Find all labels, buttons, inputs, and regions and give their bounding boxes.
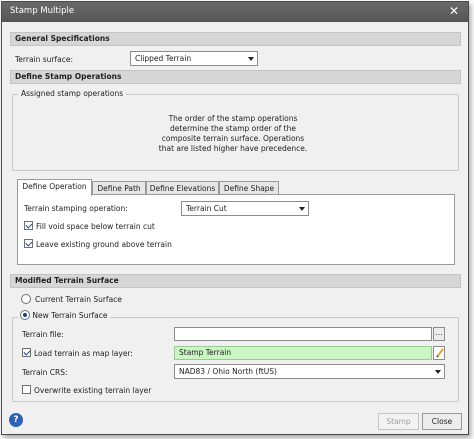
load-map-layer-label: Load terrain as map layer: (34, 349, 133, 358)
modified-terrain-surface-header: Modified Terrain Surface (10, 274, 461, 288)
terrain-crs-label: Terrain CRS: (22, 368, 68, 377)
define-stamp-operations-header: Define Stamp Operations (10, 70, 461, 84)
load-map-layer-checkbox[interactable] (22, 348, 31, 357)
new-terrain-surface-legend: New Terrain Surface (18, 310, 111, 321)
stamp-order-note-line: composite terrain surface. Operations (161, 134, 305, 143)
title-bar: Stamp Multiple ✕ (2, 2, 468, 22)
tab-define-operation[interactable]: Define Operation (17, 179, 92, 196)
stamp-order-note-line: that are listed higher have precedence. (158, 144, 308, 153)
overwrite-layer-label: Overwrite existing terrain layer (34, 386, 152, 395)
terrain-crs-select[interactable]: NAD83 / Ohio North (ftUS) (174, 364, 445, 379)
assigned-stamp-operations-legend: Assigned stamp operations (18, 89, 127, 98)
window-title: Stamp Multiple (10, 6, 75, 16)
browse-button[interactable]: ... (433, 327, 445, 341)
stamp-button[interactable]: Stamp (378, 413, 419, 430)
terrain-file-label: Terrain file: (22, 330, 64, 339)
current-terrain-surface-label: Current Terrain Surface (35, 295, 122, 304)
chevron-down-icon (299, 207, 305, 211)
stamping-operation-label: Terrain stamping operation: (24, 204, 128, 213)
chevron-down-icon (435, 370, 441, 374)
terrain-surface-value: Clipped Terrain (135, 54, 192, 63)
stamping-operation-select[interactable]: Terrain Cut (181, 201, 309, 216)
general-specifications-header: General Specifications (10, 32, 461, 46)
fill-void-checkbox[interactable] (24, 221, 33, 230)
terrain-crs-value: NAD83 / Ohio North (ftUS) (179, 367, 277, 376)
define-operation-panel: Terrain stamping operation: Terrain Cut … (17, 194, 455, 265)
new-terrain-surface-radio[interactable] (20, 310, 30, 320)
chevron-down-icon (248, 57, 254, 61)
new-terrain-surface-label: New Terrain Surface (32, 311, 108, 320)
leave-ground-label: Leave existing ground above terrain (36, 240, 172, 249)
stamp-multiple-dialog: Stamp Multiple ✕ General Specifications … (1, 1, 469, 435)
terrain-file-input[interactable] (174, 327, 432, 341)
tab-define-path[interactable]: Define Path (92, 181, 146, 195)
pencil-icon[interactable] (433, 346, 445, 360)
stamp-order-note: The order of the stamp operations determ… (143, 114, 323, 154)
layer-name-input[interactable]: Stamp Terrain (174, 346, 432, 360)
overwrite-layer-checkbox[interactable] (22, 385, 31, 394)
leave-ground-checkbox[interactable] (24, 239, 33, 248)
close-button[interactable]: Close (422, 413, 462, 430)
current-terrain-surface-radio[interactable] (21, 294, 31, 304)
terrain-surface-label: Terrain surface: (15, 55, 74, 64)
pencil-icon-glyph (436, 348, 444, 358)
help-icon[interactable]: ? (9, 413, 23, 427)
fill-void-label: Fill void space below terrain cut (36, 222, 155, 231)
terrain-surface-select[interactable]: Clipped Terrain (130, 51, 258, 66)
tab-define-shape[interactable]: Define Shape (219, 181, 279, 195)
stamp-order-note-line: determine the stamp order of the (170, 124, 296, 133)
close-icon[interactable]: ✕ (446, 4, 462, 19)
stamping-operation-value: Terrain Cut (186, 204, 227, 213)
stamp-order-note-line: The order of the stamp operations (168, 114, 298, 123)
tab-define-elevations[interactable]: Define Elevations (146, 181, 219, 195)
